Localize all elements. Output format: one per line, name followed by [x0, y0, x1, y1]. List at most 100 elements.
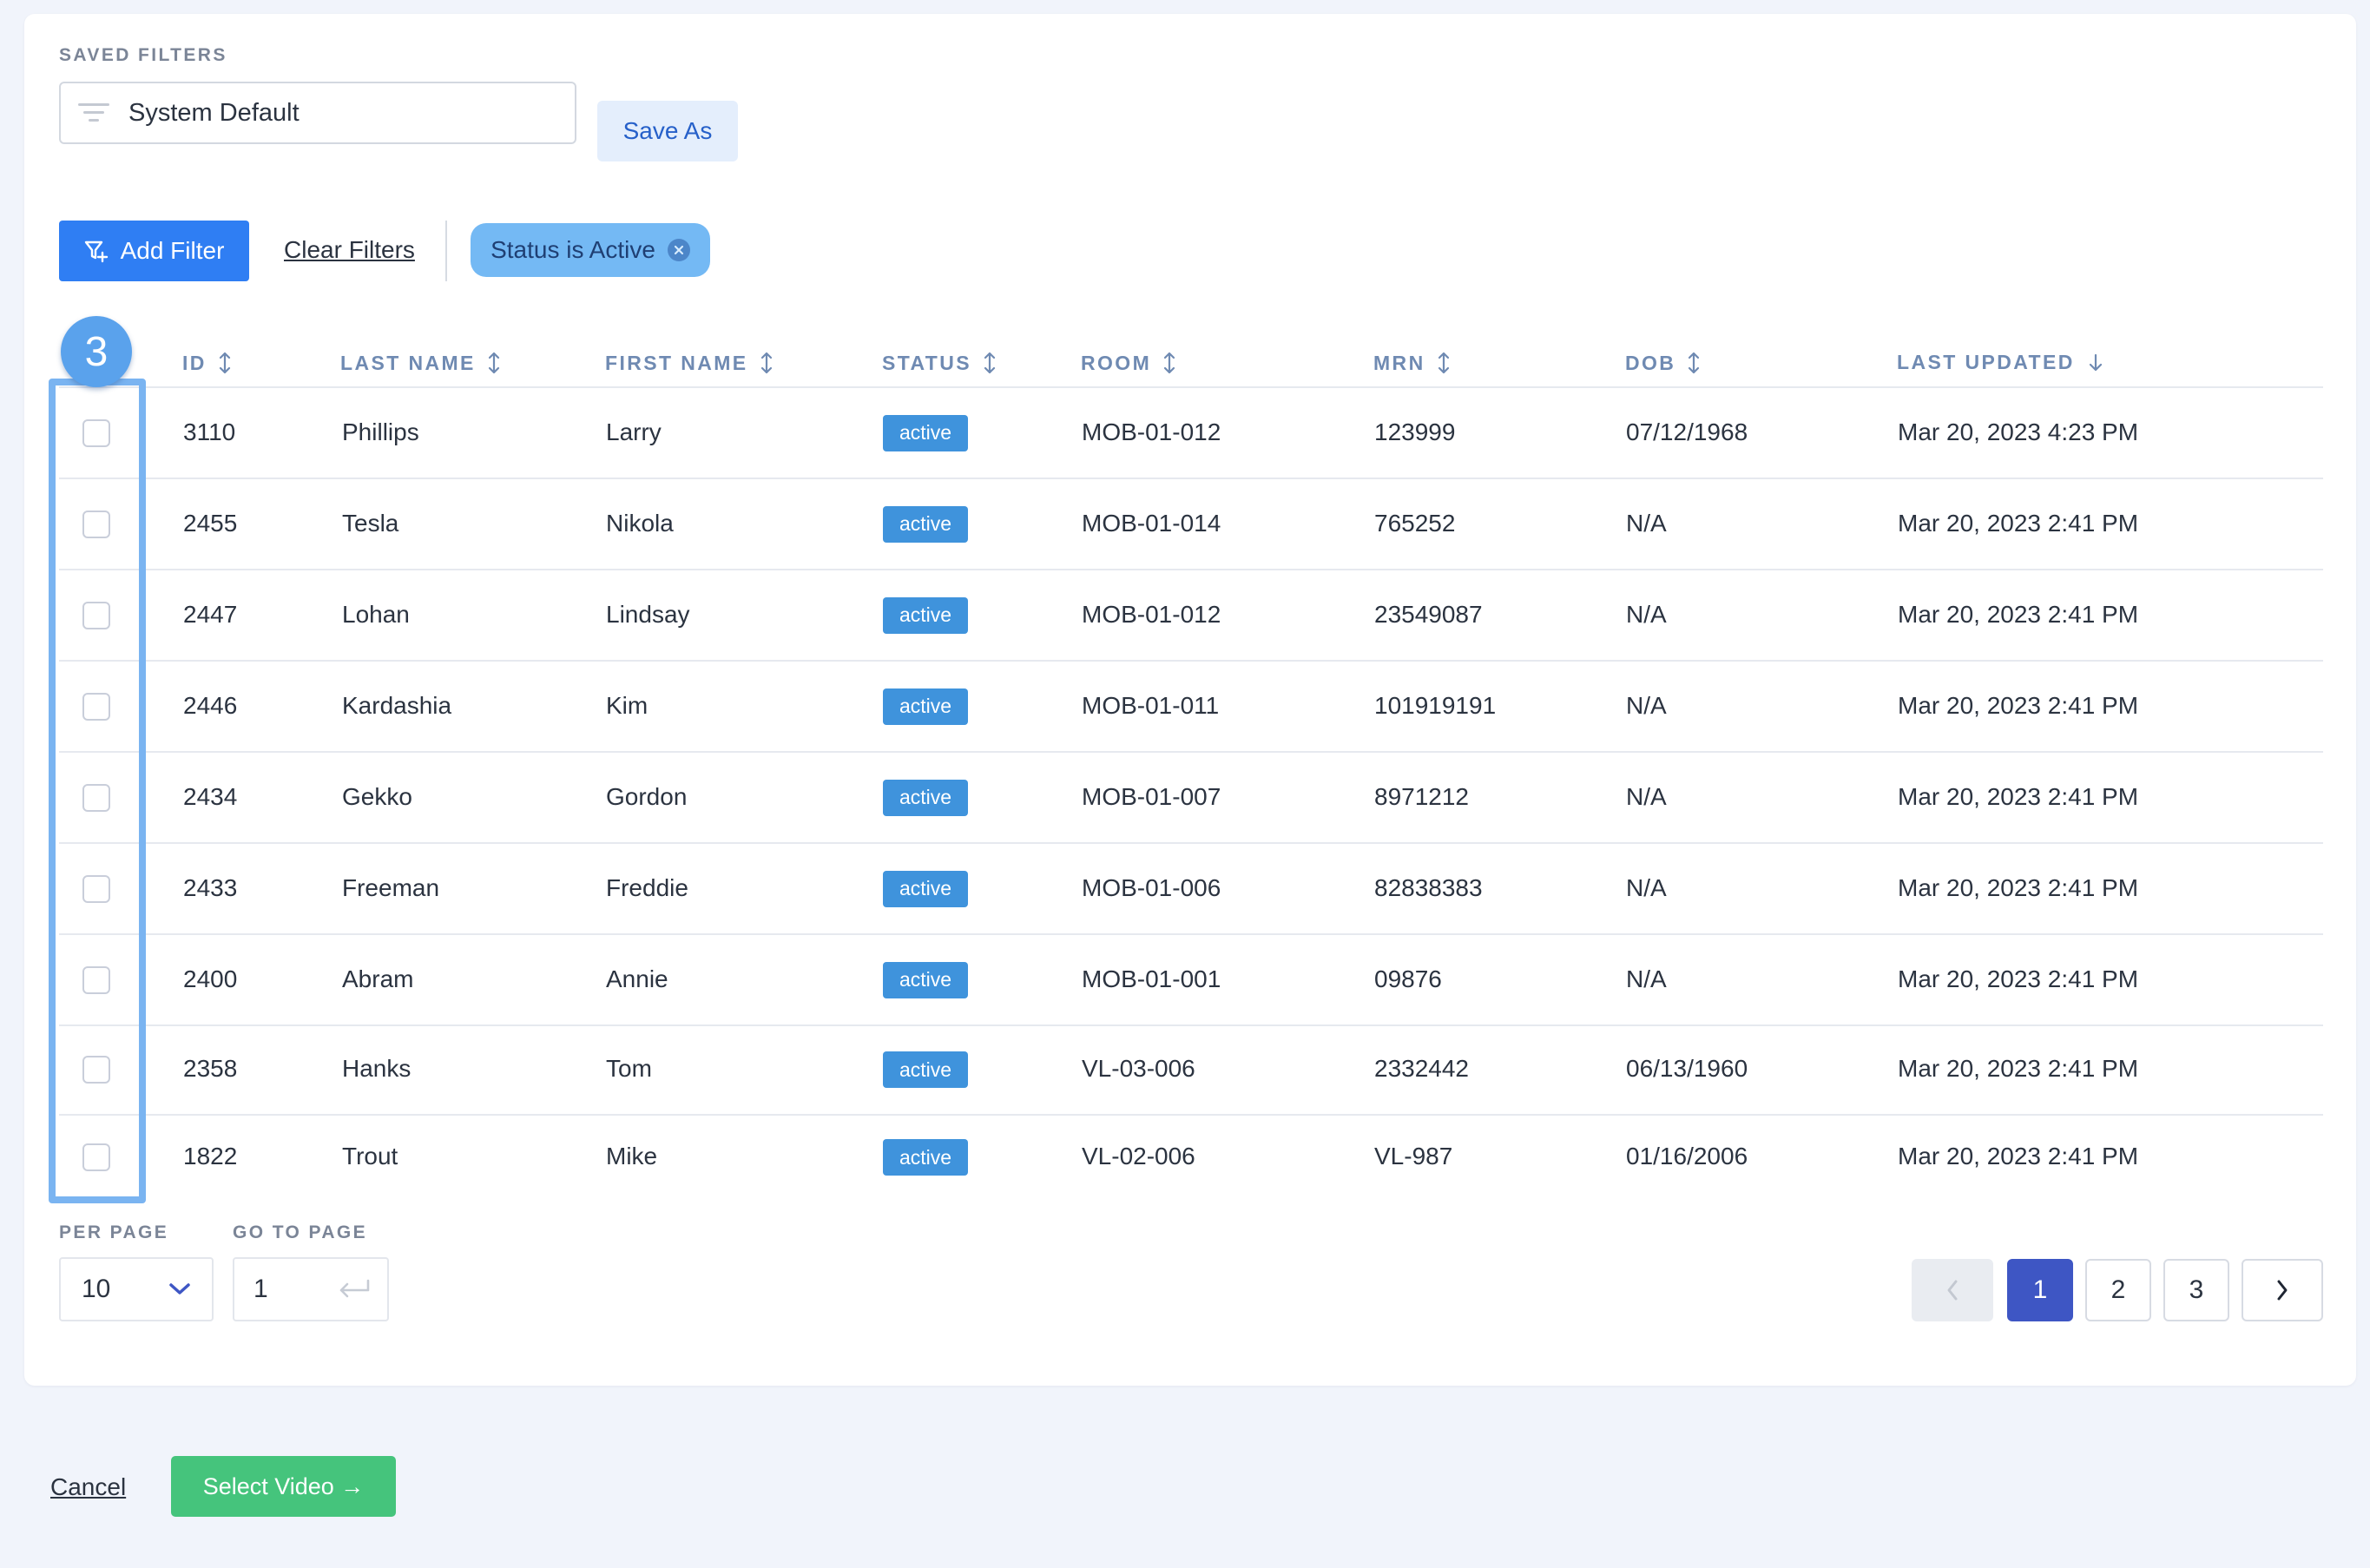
sort-both-icon — [1689, 352, 1700, 374]
cell-mrn: VL-987 — [1374, 1143, 1453, 1169]
cell-last-name: Phillips — [342, 418, 419, 445]
status-badge: active — [883, 1051, 968, 1088]
next-page-button[interactable] — [2242, 1259, 2323, 1321]
page-button-1[interactable]: 1 — [2007, 1259, 2073, 1321]
cell-last-updated: Mar 20, 2023 2:41 PM — [1898, 1055, 2139, 1082]
cell-room: MOB-01-012 — [1082, 418, 1221, 445]
cell-mrn: 82838383 — [1374, 873, 1483, 901]
clear-filters-link[interactable]: Clear Filters — [284, 236, 415, 264]
cell-last-name: Gekko — [342, 782, 412, 810]
sort-both-icon — [1438, 352, 1449, 374]
cell-id: 2447 — [183, 600, 238, 628]
cell-first-name: Lindsay — [606, 600, 690, 628]
sort-both-icon — [219, 352, 230, 374]
cell-room: VL-02-006 — [1082, 1143, 1195, 1169]
cell-id: 2358 — [183, 1055, 238, 1082]
status-badge: active — [883, 596, 968, 634]
step-number-badge: 3 — [61, 316, 132, 387]
cell-mrn: 8971212 — [1374, 782, 1470, 810]
status-badge: active — [883, 688, 968, 725]
column-header-first-name[interactable]: FIRST NAME — [605, 351, 773, 375]
column-header-last-name[interactable]: LAST NAME — [340, 351, 500, 375]
cell-last-name: Hanks — [342, 1055, 411, 1082]
cell-last-name: Kardashia — [342, 691, 452, 719]
go-to-page-value: 1 — [253, 1275, 268, 1303]
cell-last-updated: Mar 20, 2023 2:41 PM — [1898, 873, 2139, 901]
filter-chip-label: Status is Active — [490, 236, 655, 263]
cell-last-updated: Mar 20, 2023 2:41 PM — [1898, 691, 2139, 719]
cell-room: MOB-01-014 — [1082, 509, 1221, 537]
previous-page-button[interactable] — [1912, 1259, 1993, 1321]
cell-room: MOB-01-006 — [1082, 873, 1221, 901]
sort-both-icon — [488, 352, 499, 374]
per-page-label: PER PAGE — [59, 1222, 169, 1242]
saved-filter-select[interactable]: System Default — [59, 82, 576, 144]
cell-mrn: 2332442 — [1374, 1055, 1470, 1082]
cell-room: MOB-01-011 — [1082, 691, 1220, 719]
cell-id: 2434 — [183, 782, 238, 810]
filter-divider — [445, 221, 447, 281]
cell-last-updated: Mar 20, 2023 2:41 PM — [1898, 965, 2139, 992]
status-badge: active — [883, 870, 968, 907]
cell-room: MOB-01-012 — [1082, 600, 1221, 628]
chevron-down-icon — [169, 1283, 190, 1295]
cell-room: VL-03-006 — [1082, 1055, 1195, 1082]
sort-both-icon — [1164, 352, 1175, 374]
cell-first-name: Nikola — [606, 509, 674, 537]
status-badge: active — [883, 414, 968, 451]
remove-filter-icon[interactable] — [667, 239, 690, 261]
cell-first-name: Mike — [606, 1143, 658, 1169]
cell-id: 3110 — [183, 418, 236, 445]
cell-id: 2446 — [183, 691, 238, 719]
cell-last-name: Trout — [342, 1143, 398, 1169]
status-badge: active — [883, 505, 968, 543]
saved-filters-label: SAVED FILTERS — [59, 45, 227, 65]
status-badge: active — [883, 961, 968, 998]
cell-dob: 07/12/1968 — [1626, 418, 1748, 445]
column-header-dob[interactable]: DOB — [1625, 351, 1700, 375]
sort-both-icon — [984, 352, 996, 374]
cancel-link[interactable]: Cancel — [50, 1473, 126, 1501]
saved-filter-value: System Default — [128, 98, 300, 127]
cell-first-name: Larry — [606, 418, 662, 445]
cell-last-updated: Mar 20, 2023 2:41 PM — [1898, 1143, 2139, 1169]
cell-dob: 01/16/2006 — [1626, 1143, 1748, 1169]
cell-mrn: 23549087 — [1374, 600, 1483, 628]
cell-last-updated: Mar 20, 2023 2:41 PM — [1898, 782, 2139, 810]
enter-return-icon[interactable] — [337, 1278, 372, 1301]
filter-chip-status[interactable]: Status is Active — [471, 223, 710, 277]
add-filter-label: Add Filter — [120, 237, 225, 264]
cell-first-name: Tom — [606, 1055, 652, 1082]
filter-add-icon — [84, 240, 108, 263]
cell-mrn: 09876 — [1374, 965, 1442, 992]
cell-last-name: Abram — [342, 965, 414, 992]
column-header-status[interactable]: STATUS — [882, 351, 996, 375]
status-badge: active — [883, 779, 968, 816]
page-button-3[interactable]: 3 — [2163, 1259, 2229, 1321]
cell-last-name: Freeman — [342, 873, 440, 901]
select-video-button[interactable]: Select Video → — [171, 1456, 396, 1517]
cell-first-name: Annie — [606, 965, 668, 992]
chevron-left-icon — [1947, 1280, 1958, 1301]
cell-dob: N/A — [1626, 782, 1667, 810]
page-button-2[interactable]: 2 — [2085, 1259, 2151, 1321]
add-filter-button[interactable]: Add Filter — [59, 221, 249, 281]
column-header-id[interactable]: ID — [182, 351, 231, 375]
cell-first-name: Kim — [606, 691, 648, 719]
cell-first-name: Gordon — [606, 782, 688, 810]
column-header-mrn[interactable]: MRN — [1373, 351, 1450, 375]
go-to-page-label: GO TO PAGE — [233, 1222, 368, 1242]
go-to-page-input[interactable]: 1 — [233, 1257, 389, 1321]
save-as-button[interactable]: Save As — [597, 101, 738, 161]
column-header-last-updated[interactable]: LAST UPDATED — [1897, 351, 2104, 374]
filter-lines-icon — [78, 103, 109, 122]
cell-first-name: Freddie — [606, 873, 688, 901]
cell-mrn: 101919191 — [1374, 691, 1497, 719]
per-page-select[interactable]: 10 — [59, 1257, 214, 1321]
cell-last-updated: Mar 20, 2023 2:41 PM — [1898, 509, 2139, 537]
cell-mrn: 765252 — [1374, 509, 1456, 537]
cell-id: 2433 — [183, 873, 238, 901]
cell-last-name: Lohan — [342, 600, 410, 628]
column-header-room[interactable]: ROOM — [1081, 351, 1175, 375]
cell-room: MOB-01-007 — [1082, 782, 1221, 810]
